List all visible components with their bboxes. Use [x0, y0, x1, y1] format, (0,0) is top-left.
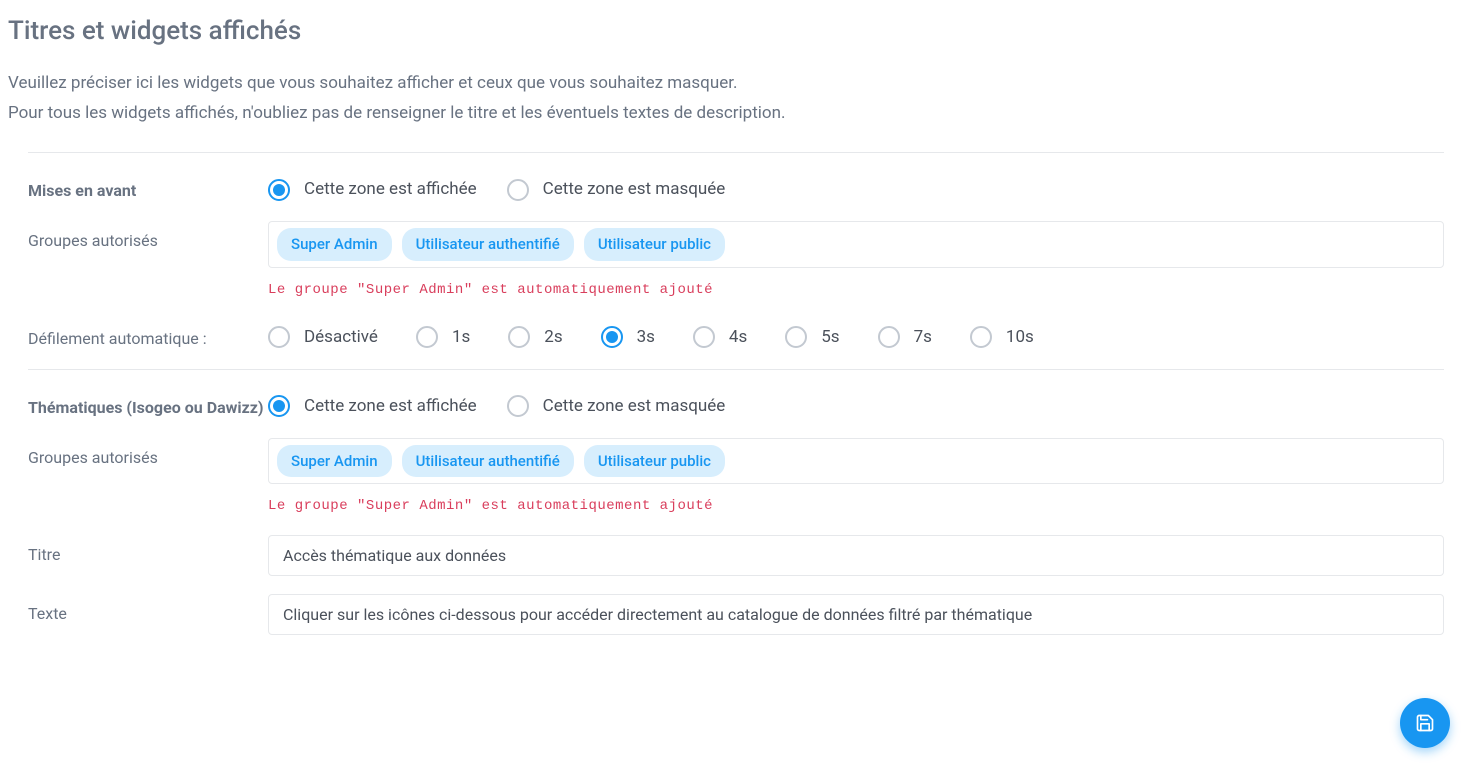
- radio-label: 10s: [1006, 325, 1034, 351]
- radio-icon: [508, 326, 530, 348]
- featured-heading: Mises en avant: [28, 181, 136, 200]
- autoscroll-option-7s[interactable]: 7s: [878, 325, 932, 351]
- save-button[interactable]: [1400, 698, 1450, 748]
- radio-icon: [268, 395, 290, 417]
- themes-title-label: Titre: [28, 545, 60, 564]
- group-tag[interactable]: Utilisateur public: [584, 445, 725, 478]
- radio-label: 2s: [544, 325, 562, 351]
- radio-icon: [693, 326, 715, 348]
- radio-label: 4s: [729, 325, 747, 351]
- featured-zone-hidden-radio[interactable]: Cette zone est masquée: [507, 177, 726, 203]
- autoscroll-option-4s[interactable]: 4s: [693, 325, 747, 351]
- autoscroll-option-2s[interactable]: 2s: [508, 325, 562, 351]
- radio-label: Cette zone est masquée: [543, 394, 726, 420]
- group-tag[interactable]: Utilisateur authentifié: [402, 228, 574, 261]
- autoscroll-label: Défilement automatique :: [28, 329, 207, 348]
- radio-label: 7s: [914, 325, 932, 351]
- radio-label: Désactivé: [304, 325, 378, 351]
- themes-zone-shown-radio[interactable]: Cette zone est affichée: [268, 394, 477, 420]
- autoscroll-option-1s[interactable]: 1s: [416, 325, 470, 351]
- group-tag[interactable]: Utilisateur public: [584, 228, 725, 261]
- autoscroll-option-5s[interactable]: 5s: [785, 325, 839, 351]
- autoscroll-option-3s[interactable]: 3s: [601, 325, 655, 351]
- save-icon: [1415, 713, 1435, 733]
- radio-icon: [416, 326, 438, 348]
- section-divider: [28, 369, 1444, 370]
- group-tag[interactable]: Super Admin: [277, 228, 392, 261]
- radio-icon: [970, 326, 992, 348]
- radio-label: 3s: [637, 325, 655, 351]
- radio-label: Cette zone est affichée: [304, 177, 477, 203]
- featured-groups-helper: Le groupe "Super Admin" est automatiquem…: [268, 280, 1444, 301]
- group-tag[interactable]: Utilisateur authentifié: [402, 445, 574, 478]
- themes-groups-label: Groupes autorisés: [28, 448, 158, 467]
- page-desc-2: Pour tous les widgets affichés, n'oublie…: [8, 101, 1464, 127]
- featured-groups-label: Groupes autorisés: [28, 231, 158, 250]
- radio-icon: [268, 326, 290, 348]
- page-desc-1: Veuillez préciser ici les widgets que vo…: [8, 71, 1464, 97]
- themes-text-label: Texte: [28, 604, 67, 623]
- themes-groups-helper: Le groupe "Super Admin" est automatiquem…: [268, 496, 1444, 517]
- themes-groups-input[interactable]: Super Admin Utilisateur authentifié Util…: [268, 438, 1444, 485]
- radio-icon: [268, 179, 290, 201]
- radio-label: 5s: [821, 325, 839, 351]
- radio-icon: [507, 179, 529, 201]
- featured-groups-input[interactable]: Super Admin Utilisateur authentifié Util…: [268, 221, 1444, 268]
- themes-title-input[interactable]: [268, 535, 1444, 576]
- themes-zone-hidden-radio[interactable]: Cette zone est masquée: [507, 394, 726, 420]
- autoscroll-radiogroup: Désactivé 1s 2s 3s: [268, 319, 1444, 351]
- radio-icon: [507, 395, 529, 417]
- autoscroll-option-10s[interactable]: 10s: [970, 325, 1034, 351]
- themes-text-input[interactable]: [268, 594, 1444, 635]
- themes-heading: Thématiques (Isogeo ou Dawizz): [28, 398, 264, 417]
- autoscroll-option-disabled[interactable]: Désactivé: [268, 325, 378, 351]
- group-tag[interactable]: Super Admin: [277, 445, 392, 478]
- radio-icon: [878, 326, 900, 348]
- radio-icon: [601, 326, 623, 348]
- section-divider: [28, 152, 1444, 153]
- radio-label: 1s: [452, 325, 470, 351]
- radio-label: Cette zone est affichée: [304, 394, 477, 420]
- radio-icon: [785, 326, 807, 348]
- page-title: Titres et widgets affichés: [8, 12, 1464, 51]
- themes-visibility-radiogroup: Cette zone est affichée Cette zone est m…: [268, 388, 1444, 420]
- featured-zone-shown-radio[interactable]: Cette zone est affichée: [268, 177, 477, 203]
- radio-label: Cette zone est masquée: [543, 177, 726, 203]
- featured-visibility-radiogroup: Cette zone est affichée Cette zone est m…: [268, 171, 1444, 203]
